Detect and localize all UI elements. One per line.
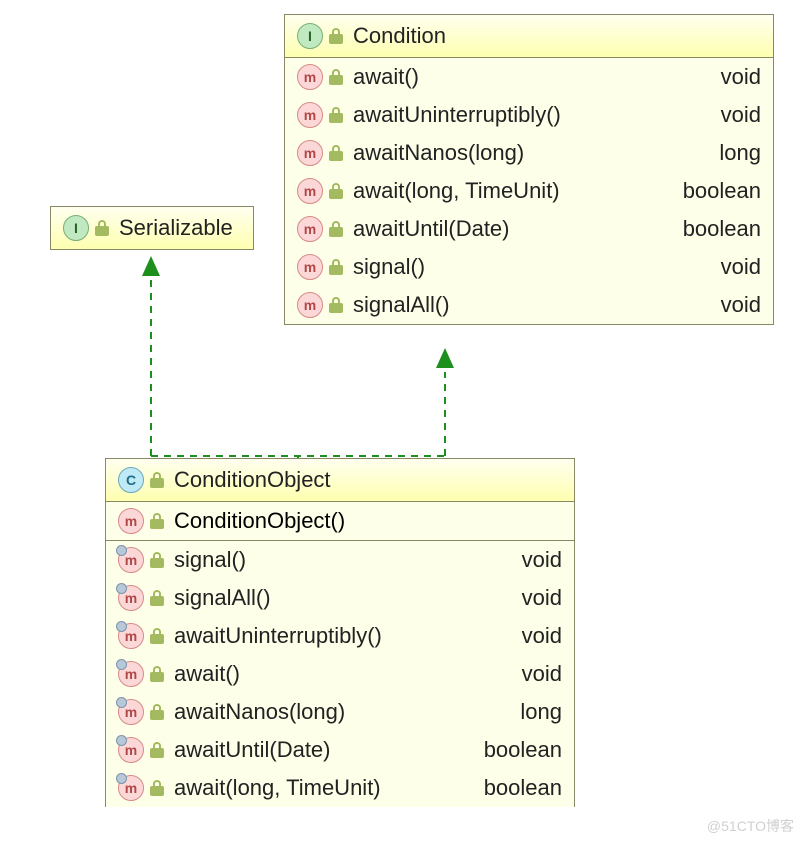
method-name: signal() [174, 547, 512, 573]
class-name: Condition [353, 23, 446, 49]
method-icon: m [297, 140, 323, 166]
method-name: signalAll() [174, 585, 512, 611]
method-return: boolean [474, 775, 562, 801]
lock-icon [329, 28, 343, 44]
lock-icon [329, 259, 343, 275]
lock-icon [329, 107, 343, 123]
lock-icon [329, 69, 343, 85]
method-row: m awaitUninterruptibly() void [106, 617, 574, 655]
method-row: m await(long, TimeUnit) boolean [106, 769, 574, 807]
method-override-icon: m [118, 547, 144, 573]
lock-icon [329, 297, 343, 313]
method-name: awaitUninterruptibly() [353, 102, 711, 128]
lock-icon [150, 704, 164, 720]
method-override-icon: m [118, 661, 144, 687]
method-return: void [512, 623, 562, 649]
method-icon: m [297, 102, 323, 128]
watermark: @51CTO博客 [707, 816, 794, 836]
method-override-icon: m [118, 737, 144, 763]
class-condition: I Condition m await() void m awaitUninte… [284, 14, 774, 325]
method-row: m await() void [285, 58, 773, 96]
method-return: void [711, 254, 761, 280]
method-row: m awaitNanos(long) long [106, 693, 574, 731]
method-name: await(long, TimeUnit) [174, 775, 474, 801]
method-row: m awaitUninterruptibly() void [285, 96, 773, 134]
method-name: awaitUntil(Date) [174, 737, 474, 763]
method-name: signal() [353, 254, 711, 280]
method-return: void [711, 64, 761, 90]
method-row: m awaitNanos(long) long [285, 134, 773, 172]
method-name: await() [353, 64, 711, 90]
method-name: await() [174, 661, 512, 687]
class-conditionobject: C ConditionObject m ConditionObject() m … [105, 458, 575, 807]
lock-icon [150, 472, 164, 488]
method-row: m signal() void [106, 541, 574, 579]
constructor-row: m ConditionObject() [106, 502, 574, 541]
method-name: awaitNanos(long) [174, 699, 510, 725]
class-header: I Condition [285, 15, 773, 58]
lock-icon [150, 628, 164, 644]
lock-icon [329, 221, 343, 237]
method-return: boolean [673, 216, 761, 242]
method-return: void [711, 292, 761, 318]
method-name: signalAll() [353, 292, 711, 318]
interface-icon: I [63, 215, 89, 241]
lock-icon [95, 220, 109, 236]
class-serializable: I Serializable [50, 206, 254, 250]
method-override-icon: m [118, 623, 144, 649]
method-name: await(long, TimeUnit) [353, 178, 673, 204]
method-icon: m [297, 254, 323, 280]
method-return: boolean [673, 178, 761, 204]
method-row: m awaitUntil(Date) boolean [285, 210, 773, 248]
method-name: awaitNanos(long) [353, 140, 709, 166]
method-name: awaitUntil(Date) [353, 216, 673, 242]
method-return: void [711, 102, 761, 128]
method-row: m await(long, TimeUnit) boolean [285, 172, 773, 210]
method-icon: m [118, 508, 144, 534]
lock-icon [150, 742, 164, 758]
method-icon: m [297, 292, 323, 318]
class-header: C ConditionObject [106, 459, 574, 502]
method-name: awaitUninterruptibly() [174, 623, 512, 649]
lock-icon [329, 183, 343, 199]
lock-icon [329, 145, 343, 161]
lock-icon [150, 780, 164, 796]
method-override-icon: m [118, 585, 144, 611]
class-header: I Serializable [51, 207, 253, 249]
method-override-icon: m [118, 699, 144, 725]
method-row: m signalAll() void [285, 286, 773, 324]
method-icon: m [297, 178, 323, 204]
lock-icon [150, 590, 164, 606]
method-icon: m [297, 64, 323, 90]
lock-icon [150, 666, 164, 682]
class-name: Serializable [119, 215, 233, 241]
method-override-icon: m [118, 775, 144, 801]
method-return: void [512, 661, 562, 687]
method-row: m await() void [106, 655, 574, 693]
method-return: void [512, 547, 562, 573]
lock-icon [150, 513, 164, 529]
interface-icon: I [297, 23, 323, 49]
method-return: long [709, 140, 761, 166]
constructor-name: ConditionObject() [174, 508, 345, 534]
method-icon: m [297, 216, 323, 242]
method-row: m signalAll() void [106, 579, 574, 617]
method-return: void [512, 585, 562, 611]
lock-icon [150, 552, 164, 568]
method-row: m signal() void [285, 248, 773, 286]
method-row: m awaitUntil(Date) boolean [106, 731, 574, 769]
class-name: ConditionObject [174, 467, 331, 493]
method-return: boolean [474, 737, 562, 763]
class-icon: C [118, 467, 144, 493]
method-return: long [510, 699, 562, 725]
